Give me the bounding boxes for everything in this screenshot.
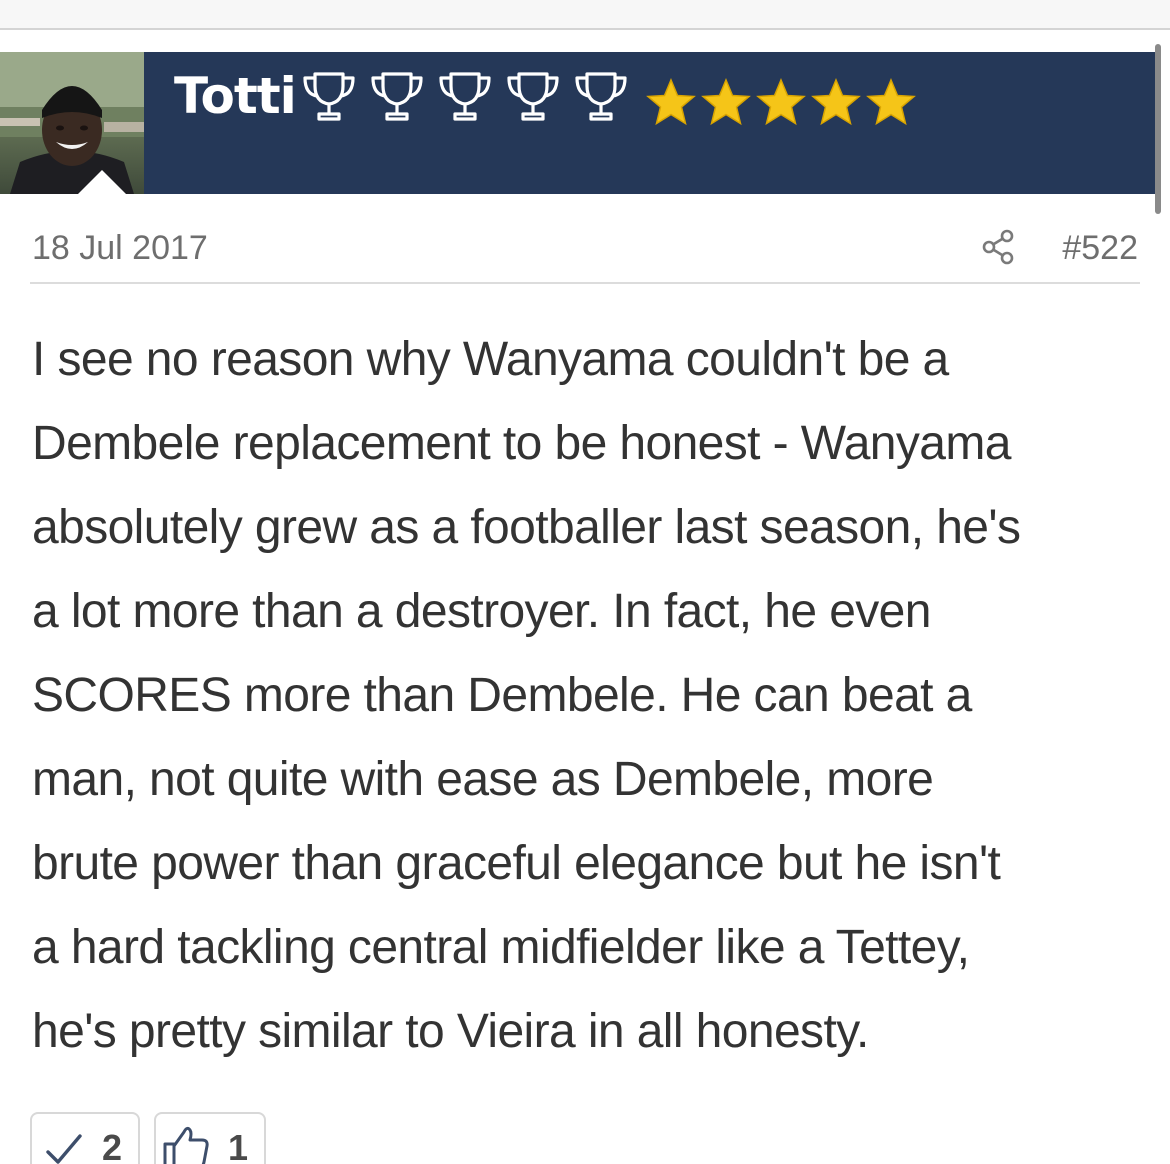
like-button[interactable]: 1: [154, 1112, 266, 1164]
post-text-line: SCORES more than Dembele. He can beat a: [32, 669, 972, 722]
trophy-row: [300, 70, 630, 124]
post-body: I see no reason why Wanyama couldn't be …: [32, 318, 1142, 1074]
divider: [0, 28, 1170, 30]
post-number-link[interactable]: #522: [1062, 226, 1138, 270]
post-text-line: absolutely grew as a footballer last sea…: [32, 501, 1021, 554]
share-icon[interactable]: [980, 228, 1016, 266]
post-date[interactable]: 18 Jul 2017: [32, 226, 208, 270]
username[interactable]: Totti: [174, 64, 297, 128]
star-rating: [646, 78, 916, 126]
agree-button[interactable]: 2: [30, 1112, 140, 1164]
trophy-icon: [303, 72, 355, 121]
post-text-line: a hard tackling central midfielder like …: [32, 921, 970, 974]
post-text-line: man, not quite with ease as Dembele, mor…: [32, 753, 934, 806]
thumbs-up-icon: [163, 1126, 209, 1164]
star-icon: [866, 78, 916, 126]
star-icon: [646, 78, 696, 126]
scrollbar-thumb[interactable]: [1155, 44, 1161, 214]
trophy-icon: [371, 72, 423, 121]
agree-count: 2: [102, 1127, 123, 1164]
trophy-icon: [507, 72, 559, 121]
star-icon: [701, 78, 751, 126]
post-page: Totti 18 Jul 2017 #522 I see no reason w…: [0, 0, 1170, 1164]
check-icon: [46, 1134, 82, 1164]
trophy-icon: [575, 72, 627, 121]
post-text-line: I see no reason why Wanyama couldn't be …: [32, 333, 949, 386]
post-text-line: he's pretty similar to Vieira in all hon…: [32, 1005, 869, 1058]
post-text-line: Dembele replacement to be honest - Wanya…: [32, 417, 1011, 470]
star-icon: [811, 78, 861, 126]
like-count: 1: [228, 1127, 249, 1164]
trophy-icon: [439, 72, 491, 121]
avatar-pointer: [76, 170, 128, 196]
top-bar: [0, 0, 1170, 28]
star-icon: [756, 78, 806, 126]
post-text-line: brute power than graceful elegance but h…: [32, 837, 1001, 890]
post-text-line: a lot more than a destroyer. In fact, he…: [32, 585, 931, 638]
divider: [30, 282, 1140, 284]
